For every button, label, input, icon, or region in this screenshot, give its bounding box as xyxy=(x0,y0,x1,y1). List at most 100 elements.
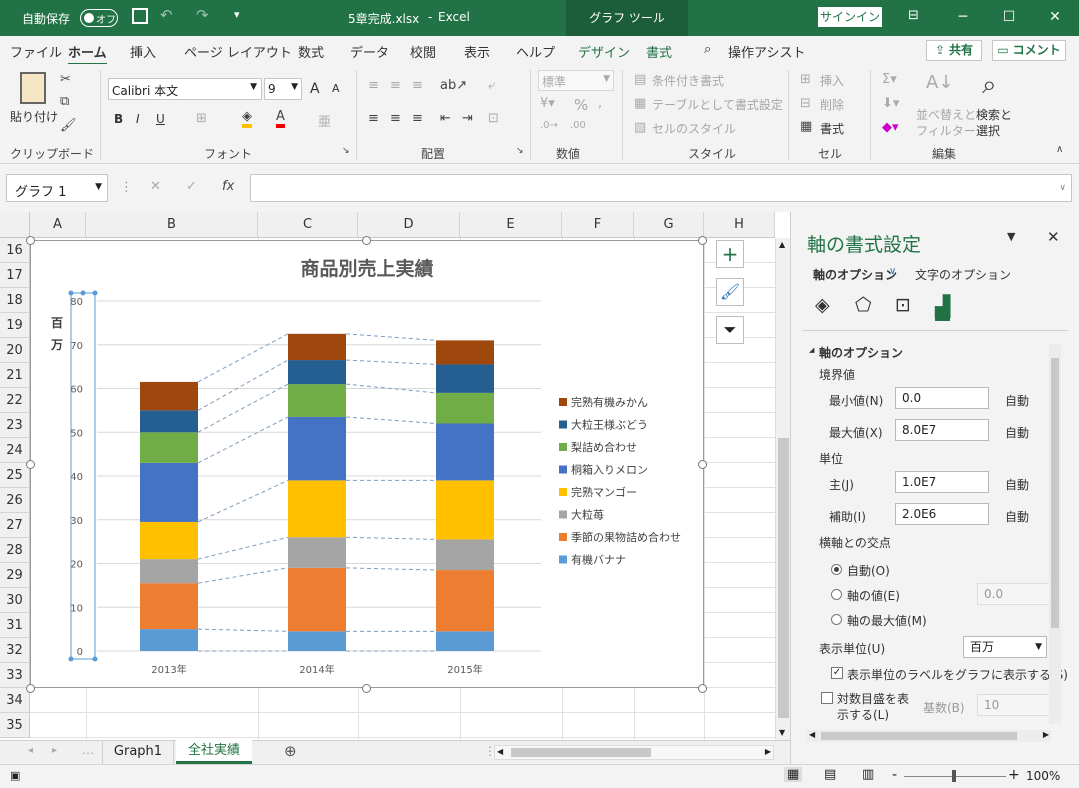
legend-entry[interactable] xyxy=(559,555,567,564)
close-window-button[interactable]: ✕ xyxy=(1032,0,1078,34)
pane-horizontal-scrollbar[interactable]: ◀ ▶ xyxy=(807,730,1051,742)
legend-entry[interactable] xyxy=(559,488,567,496)
legend-entry[interactable] xyxy=(559,443,567,451)
row-header[interactable]: 18 xyxy=(0,288,30,313)
chevron-down-icon[interactable]: ∨ xyxy=(889,266,896,277)
insert-cells-icon[interactable]: ⊞ xyxy=(800,72,811,87)
next-sheet-icon[interactable]: ▸ xyxy=(52,745,57,756)
format-cells-icon[interactable]: ▦ xyxy=(800,119,812,134)
orientation-icon[interactable]: ab↗ xyxy=(440,78,467,93)
row-header[interactable]: 34 xyxy=(0,688,30,713)
find-select-icon[interactable]: ⌕ xyxy=(982,70,997,101)
comment-button[interactable]: ▭ コメント xyxy=(992,40,1066,61)
resize-handle[interactable] xyxy=(698,684,707,693)
insert-function-button[interactable]: fx xyxy=(222,179,234,194)
column-header[interactable]: H xyxy=(704,212,775,238)
merge-icon[interactable]: ⊡ xyxy=(488,111,499,126)
format-table-icon[interactable]: ▦ xyxy=(634,96,646,111)
column-header[interactable]: C xyxy=(258,212,358,238)
data-bar[interactable] xyxy=(288,537,346,568)
radio-axis-value[interactable] xyxy=(831,589,842,600)
conditional-format-button[interactable]: 条件付き書式 xyxy=(652,72,724,89)
resize-handle[interactable] xyxy=(26,236,35,245)
align-left-icon[interactable]: ≡ xyxy=(368,111,379,126)
log-scale-label[interactable]: 対数目盛を表 xyxy=(837,690,909,707)
tab-file[interactable]: ファイル xyxy=(10,42,62,61)
align-right-icon[interactable]: ≡ xyxy=(412,111,423,126)
data-bar[interactable] xyxy=(288,333,346,361)
zoom-out-button[interactable]: - xyxy=(892,767,897,783)
cut-icon[interactable]: ✂ xyxy=(60,72,71,87)
data-bar[interactable] xyxy=(140,381,198,411)
name-box[interactable]: グラフ 1 ▼ xyxy=(6,174,108,202)
scroll-thumb[interactable] xyxy=(511,748,651,757)
shrink-font-button[interactable]: A xyxy=(332,82,340,95)
resize-handle[interactable] xyxy=(362,236,371,245)
chart-styles-button[interactable]: 🖌 xyxy=(716,278,744,306)
tab-design[interactable]: デザイン xyxy=(578,42,630,61)
find-select-button[interactable]: 検索と xyxy=(976,106,1012,123)
data-bar[interactable] xyxy=(288,360,346,385)
copy-icon[interactable]: ⧉ xyxy=(60,94,69,109)
display-units-select[interactable]: 百万 ▼ xyxy=(963,636,1047,658)
align-bottom-icon[interactable]: ≡ xyxy=(412,78,423,93)
insert-cells-button[interactable]: 挿入 xyxy=(820,72,844,89)
scroll-up-icon[interactable]: ▲ xyxy=(779,240,785,249)
tab-insert[interactable]: 挿入 xyxy=(130,42,156,61)
column-header[interactable]: E xyxy=(460,212,562,238)
tab-format[interactable]: 書式 xyxy=(646,42,672,61)
row-header[interactable]: 35 xyxy=(0,713,30,738)
row-header[interactable]: 21 xyxy=(0,363,30,388)
scroll-thumb[interactable] xyxy=(778,438,789,718)
effects-icon[interactable]: ⬠ xyxy=(855,294,872,316)
fill-color-icon[interactable]: ◈ xyxy=(242,109,252,128)
enter-icon[interactable]: ✓ xyxy=(186,179,197,194)
data-bar[interactable] xyxy=(436,570,494,632)
worksheet[interactable]: ABCDEFGH 16 17 18 19 20 21 22 23 24 25 26 27 28 29 30 3… xyxy=(0,212,790,740)
data-bar[interactable] xyxy=(436,364,494,393)
data-bar[interactable] xyxy=(140,462,198,522)
scroll-left-icon[interactable]: ◀ xyxy=(497,747,503,756)
font-name-select[interactable]: Calibri 本文 ▼ xyxy=(108,78,262,100)
minor-input[interactable]: 2.0E6 xyxy=(895,503,989,525)
select-all-corner[interactable] xyxy=(0,212,30,238)
data-bar[interactable] xyxy=(140,629,198,651)
max-input[interactable]: 8.0E7 xyxy=(895,419,989,441)
column-header[interactable]: F xyxy=(562,212,634,238)
data-bar[interactable] xyxy=(140,410,198,433)
zoom-level[interactable]: 100% xyxy=(1026,769,1060,783)
base-input[interactable]: 10 xyxy=(977,694,1053,716)
scroll-left-icon[interactable]: ◀ xyxy=(809,730,815,739)
column-header[interactable]: A xyxy=(30,212,86,238)
data-bar[interactable] xyxy=(288,567,346,632)
fill-line-icon[interactable]: ◈ xyxy=(815,294,830,316)
pane-close-button[interactable]: ✕ xyxy=(1047,228,1060,246)
data-bar[interactable] xyxy=(436,539,494,571)
restore-button[interactable]: ☐ xyxy=(986,0,1032,34)
ribbon-display-icon[interactable]: ⊟ xyxy=(908,8,919,23)
comma-icon[interactable]: , xyxy=(598,96,602,111)
clear-icon[interactable]: ◆▾ xyxy=(882,120,899,135)
pane-options-icon[interactable]: ▼ xyxy=(1007,230,1015,243)
wrap-text-icon[interactable]: ⤶ xyxy=(488,78,495,93)
chart-area[interactable]: 商品別売上実績百万 0 10 20 30 40 50 60 70 80 2013年 2014年 2015… xyxy=(30,240,704,688)
scroll-right-icon[interactable]: ▶ xyxy=(765,747,771,756)
sort-filter-button[interactable]: 並べ替えと xyxy=(916,106,976,123)
percent-button[interactable]: % xyxy=(574,96,588,114)
scroll-down-icon[interactable]: ▼ xyxy=(779,728,785,737)
show-units-label-text[interactable]: 表示単位のラベルをグラフに表示する(S) xyxy=(847,666,1068,683)
log-scale-checkbox[interactable] xyxy=(821,692,833,704)
row-header[interactable]: 22 xyxy=(0,388,30,413)
column-header[interactable]: G xyxy=(634,212,704,238)
currency-icon[interactable]: ¥▾ xyxy=(540,96,555,111)
resize-handle[interactable] xyxy=(26,460,35,469)
fill-icon[interactable]: ⬇▾ xyxy=(882,96,899,111)
save-icon[interactable] xyxy=(132,8,148,24)
redo-icon[interactable]: ↷ xyxy=(196,6,209,24)
scroll-thumb[interactable] xyxy=(1051,358,1059,628)
chart-filters-button[interactable]: ⏷ xyxy=(716,316,744,344)
sort-filter-icon[interactable]: A↓ xyxy=(926,72,953,93)
pane-vertical-scrollbar[interactable] xyxy=(1049,344,1061,724)
radio-axis-value-label[interactable]: 軸の値(E) xyxy=(847,587,900,604)
resize-handle[interactable] xyxy=(698,236,707,245)
